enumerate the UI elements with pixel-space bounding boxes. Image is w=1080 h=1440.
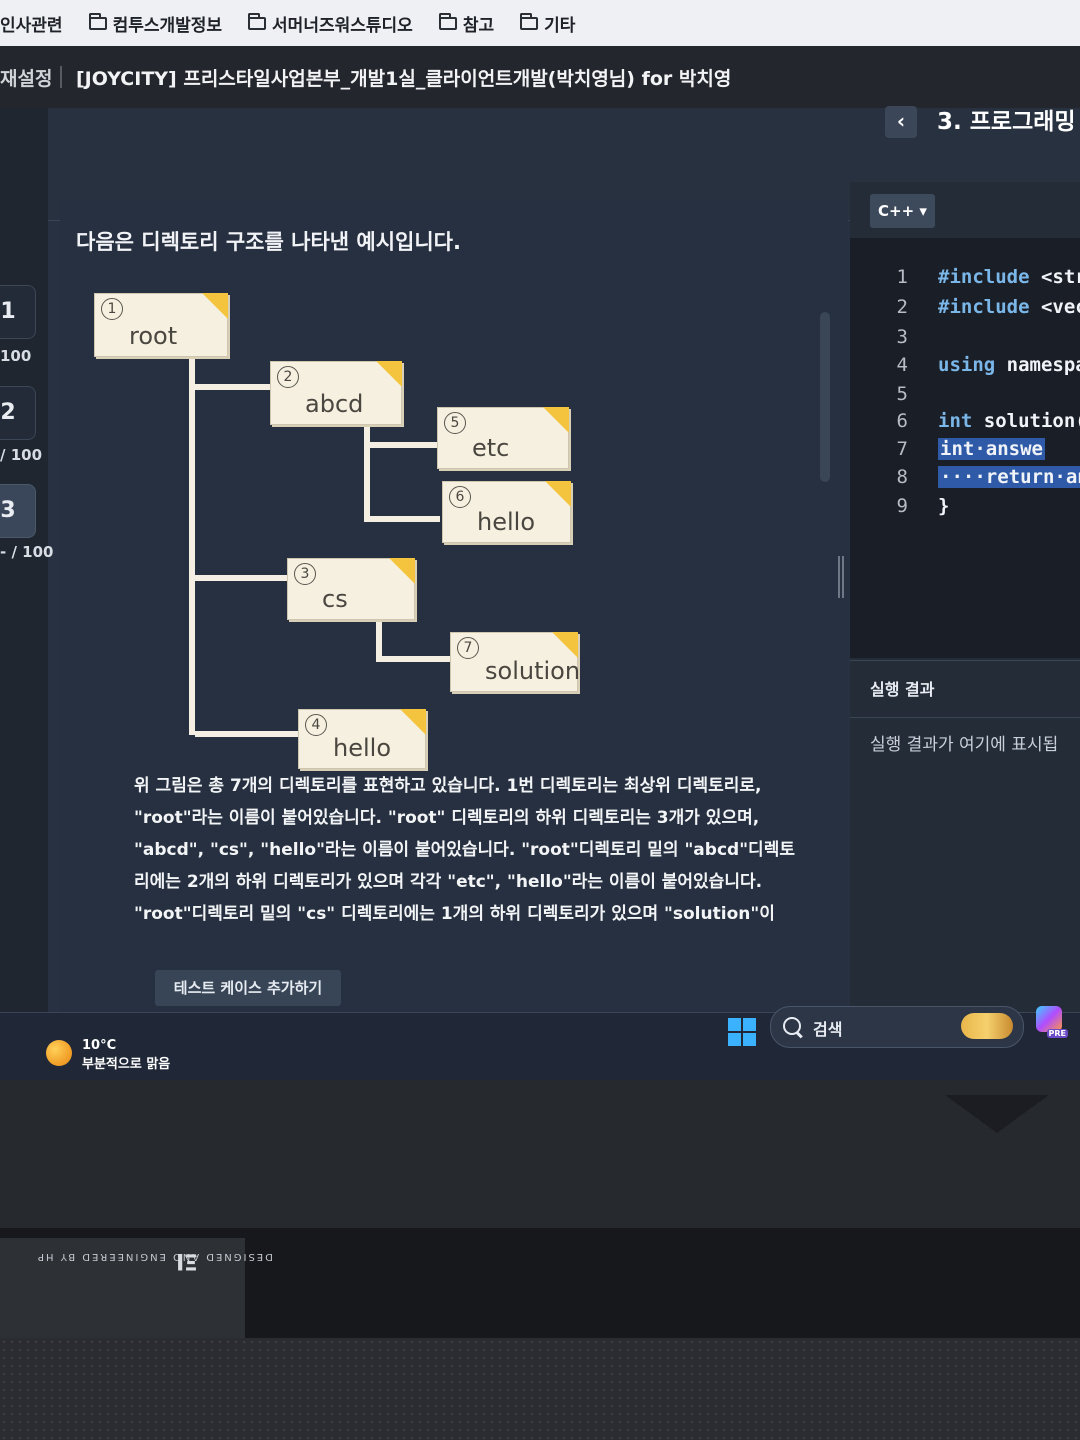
- search-icon: [783, 1017, 801, 1035]
- keyboard-deck: [0, 1338, 1080, 1440]
- result-output: 실행 결과가 여기에 표시됩: [870, 735, 1059, 755]
- problem-scrollbar[interactable]: [820, 312, 830, 482]
- directory-node: 5 etc: [437, 407, 569, 469]
- hinge-badge-logo: ΞI: [176, 1248, 199, 1273]
- tree-connector: [364, 425, 370, 522]
- question-score: 100: [0, 347, 32, 365]
- tree-connector: [370, 516, 440, 522]
- folder-corner: [202, 293, 228, 319]
- screen: 인사관련 컴투스개발정보 서머너즈워스튜디오 참고 기타 재설정 [JOYCIT…: [0, 0, 1080, 1080]
- reset-link[interactable]: 재설정: [0, 64, 60, 91]
- add-test-case-button[interactable]: 테스트 케이스 추가하기: [155, 970, 341, 1006]
- question-score: / 100: [0, 446, 43, 464]
- folder-icon: [438, 12, 457, 30]
- folder-icon: [520, 12, 539, 30]
- problem-description: 위 그림은 총 7개의 디렉토리를 표현하고 있습니다. 1번 디렉토리는 최상…: [134, 776, 795, 924]
- folder-corner: [543, 407, 569, 433]
- divider: [60, 66, 62, 88]
- pane-resize-handle[interactable]: [838, 556, 844, 598]
- question-tab-2[interactable]: 2: [0, 386, 36, 440]
- question-score: - / 100: [0, 543, 54, 561]
- weather-temperature[interactable]: 10°C: [82, 1038, 116, 1053]
- back-button[interactable]: ‹: [885, 106, 917, 138]
- folder-corner: [389, 558, 415, 584]
- directory-node: 4 hello: [298, 709, 426, 769]
- chevron-left-icon: ‹: [896, 109, 906, 133]
- directory-node: 7 solution: [450, 632, 580, 692]
- tree-connector: [370, 442, 440, 448]
- folder-icon: [88, 12, 107, 30]
- directory-node: 2 abcd: [270, 361, 402, 425]
- bookmark-bar: 인사관련 컴투스개발정보 서머너즈워스튜디오 참고 기타: [0, 0, 1080, 46]
- search-label: 검색: [813, 1020, 843, 1039]
- title-bar: 재설정 [JOYCITY] 프리스타일사업본부_개발1실_클라이언트개발(박치영…: [0, 46, 1080, 108]
- code-line: 5: [896, 383, 908, 405]
- folder-corner: [376, 361, 402, 387]
- directory-node: 1 root: [94, 293, 228, 357]
- windows-start-icon[interactable]: [728, 1018, 756, 1046]
- bookmark-item[interactable]: 인사관련: [0, 11, 63, 36]
- folder-corner: [400, 709, 426, 735]
- question-tab-3[interactable]: 3: [0, 484, 36, 538]
- problem-title: 3. 프로그래밍 (-: [937, 109, 1080, 135]
- bookmark-item[interactable]: 서머너즈워스튜디오: [248, 11, 413, 36]
- code-line: 9}: [896, 495, 950, 517]
- tree-connector: [195, 731, 310, 737]
- folder-corner: [552, 632, 578, 658]
- directory-node: 6 hello: [442, 481, 571, 543]
- bookmark-item[interactable]: 참고: [438, 11, 494, 36]
- bookmark-item[interactable]: 기타: [520, 11, 575, 36]
- tree-connector: [189, 345, 195, 735]
- weather-sun-icon[interactable]: [46, 1040, 72, 1066]
- result-title: 실행 결과: [870, 680, 935, 699]
- question-tab-1[interactable]: 1: [0, 285, 36, 339]
- code-line: 4 using namespa: [896, 354, 1080, 376]
- folder-corner: [545, 481, 571, 507]
- laptop-logo-mark: [945, 1095, 1049, 1133]
- tree-connector: [195, 384, 275, 390]
- hinge-badge-text: DESIGNED AND ENGINEERED BY HP: [36, 1251, 273, 1262]
- folder-icon: [248, 12, 267, 30]
- code-line: 6 int solution(: [896, 410, 1080, 432]
- code-line: 7 int·answe: [896, 438, 1045, 460]
- code-line: 8 ····return·an: [850, 466, 1080, 494]
- bookmark-item[interactable]: 컴투스개발정보: [88, 11, 222, 36]
- page-title: [JOYCITY] 프리스타일사업본부_개발1실_클라이언트개발(박치영님) f…: [76, 67, 732, 90]
- question-rail: [0, 108, 48, 1028]
- weather-condition[interactable]: 부분적으로 맑음: [82, 1053, 170, 1072]
- directory-diagram: 1 root 2 abcd 5 etc 6 hello 3 cs 7 solut…: [92, 285, 582, 775]
- code-line: 1#include <str: [896, 266, 1080, 288]
- caret-down-icon: ▾: [919, 202, 927, 220]
- problem-intro: 다음은 디렉토리 구조를 나타낸 예시입니다.: [76, 230, 461, 254]
- copilot-icon[interactable]: PRE: [1036, 1006, 1068, 1038]
- code-line: 2#include <vec: [896, 296, 1080, 318]
- code-line: 3: [896, 326, 908, 348]
- taskbar-search[interactable]: 검색: [770, 1006, 1024, 1048]
- search-highlight-icon: [961, 1013, 1013, 1039]
- tree-connector: [382, 656, 454, 662]
- language-select[interactable]: C++ ▾: [870, 194, 935, 228]
- directory-node: 3 cs: [287, 558, 415, 620]
